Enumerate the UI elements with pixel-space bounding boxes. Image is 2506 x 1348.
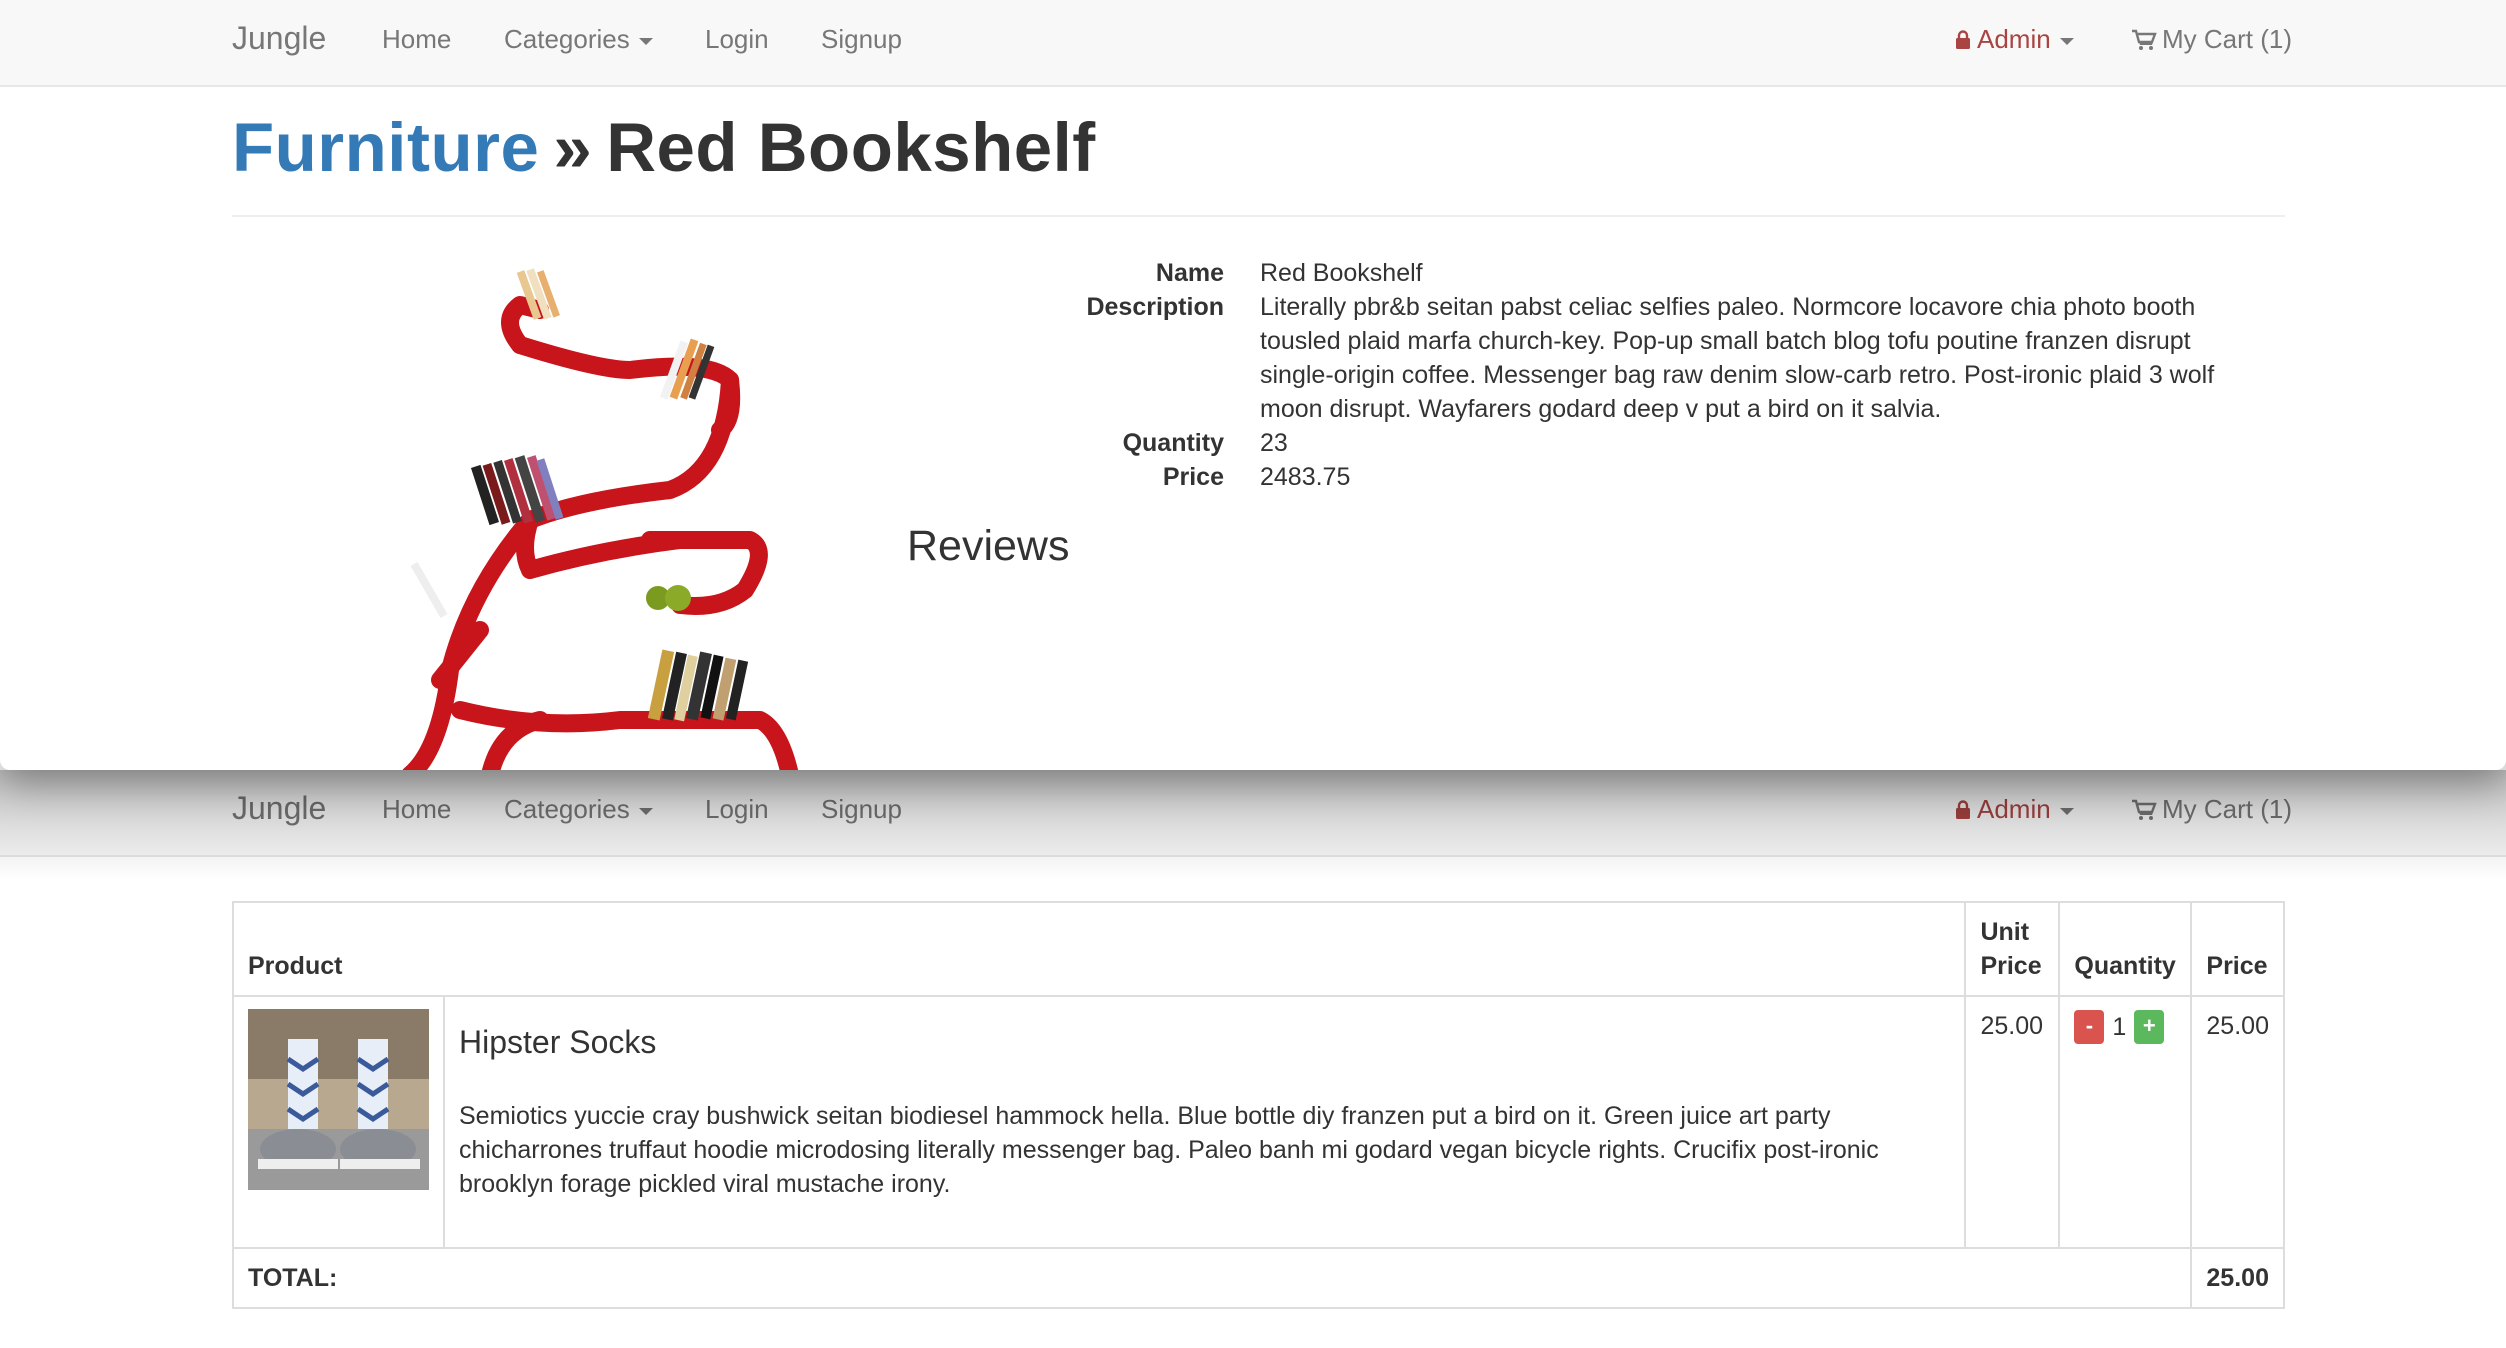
divider xyxy=(232,215,2285,217)
nav-cart-link[interactable]: My Cart (1) xyxy=(2131,24,2292,55)
chevron-down-icon xyxy=(2059,807,2074,815)
product-image xyxy=(380,250,820,770)
nav-admin-label: Admin xyxy=(1977,24,2051,54)
quantity-label: Quantity xyxy=(1122,429,1224,457)
price-column-header: Price xyxy=(2190,901,2285,997)
nav-signup-link[interactable]: Signup xyxy=(821,24,902,55)
total-row: TOTAL: 25.00 xyxy=(231,1247,2285,1309)
cart-header-row: Product Unit Price Quantity Price xyxy=(231,901,2285,997)
nav-categories-label: Categories xyxy=(504,794,630,824)
nav-cart-link[interactable]: My Cart (1) xyxy=(2131,794,2292,825)
chevron-down-icon xyxy=(2059,37,2074,45)
nav-signup-link[interactable]: Signup xyxy=(821,794,902,825)
price-value: 2483.75 xyxy=(1260,463,1351,491)
cart-table: Product Unit Price Quantity Price Hipste… xyxy=(231,901,2285,1309)
product-thumbnail xyxy=(248,1009,429,1190)
nav-categories-dropdown[interactable]: Categories xyxy=(504,794,653,825)
product-column-header: Product xyxy=(231,901,1967,997)
quantity-cell: -1 + xyxy=(2058,995,2193,1249)
quantity-column-header: Quantity xyxy=(2058,901,2193,997)
product-title: Red Bookshelf xyxy=(606,109,1096,186)
price-label: Price xyxy=(1162,463,1224,491)
reviews-heading: Reviews xyxy=(907,522,1070,570)
product-name: Hipster Socks xyxy=(459,1024,657,1060)
nav-categories-dropdown[interactable]: Categories xyxy=(504,24,653,55)
quantity-value: 1 xyxy=(2112,1013,2127,1042)
product-details: Name Red Bookshelf Description Literally p… xyxy=(1080,256,2250,494)
total-label: TOTAL: xyxy=(231,1247,2193,1309)
nav-categories-label: Categories xyxy=(504,24,630,54)
product-thumbnail-cell xyxy=(232,995,445,1249)
nav-cart-label: My Cart (1) xyxy=(2162,794,2292,824)
unit-price-cell: 25.00 xyxy=(1964,995,2061,1249)
brand-link[interactable]: Jungle xyxy=(232,790,326,827)
nav-home-link[interactable]: Home xyxy=(382,24,451,55)
cart-icon xyxy=(2131,29,2157,51)
table-row: Hipster Socks Semiotics yuccie cray bush… xyxy=(232,995,2285,1249)
product-page-panel: Jungle Home Categories Login Signup Admi… xyxy=(0,0,2506,770)
nav-admin-label: Admin xyxy=(1977,794,2051,824)
chevron-down-icon xyxy=(638,37,653,45)
lock-icon xyxy=(1955,30,1971,50)
breadcrumb-separator: » xyxy=(553,109,593,186)
page-title: Furniture» Red Bookshelf xyxy=(232,108,1096,187)
nav-login-link[interactable]: Login xyxy=(705,794,769,825)
quantity-value: 23 xyxy=(1260,429,1288,457)
nav-admin-dropdown[interactable]: Admin xyxy=(1955,24,2074,55)
cart-page-panel: Jungle Home Categories Login Signup Admi… xyxy=(0,770,2506,1348)
unit-price-column-header: Unit Price xyxy=(1964,901,2061,997)
price-cell: 25.00 xyxy=(2190,995,2285,1249)
name-value: Red Bookshelf xyxy=(1260,259,1423,287)
description-value: Literally pbr&b seitan pabst celiac self… xyxy=(1260,293,2215,423)
navbar: Jungle Home Categories Login Signup Admi… xyxy=(0,770,2506,857)
decrease-quantity-button[interactable]: - xyxy=(2074,1010,2105,1045)
description-label: Description xyxy=(1086,293,1224,321)
nav-login-link[interactable]: Login xyxy=(705,24,769,55)
product-description: Semiotics yuccie cray bushwick seitan bi… xyxy=(459,1102,1879,1198)
increase-quantity-button[interactable]: + xyxy=(2134,1010,2165,1045)
nav-home-link[interactable]: Home xyxy=(382,794,451,825)
lock-icon xyxy=(1955,800,1971,820)
chevron-down-icon xyxy=(638,807,653,815)
cart-icon xyxy=(2131,799,2157,821)
brand-link[interactable]: Jungle xyxy=(232,20,326,57)
nav-cart-label: My Cart (1) xyxy=(2162,24,2292,54)
product-info-cell: Hipster Socks Semiotics yuccie cray bush… xyxy=(442,995,1967,1249)
category-breadcrumb-link[interactable]: Furniture xyxy=(232,109,539,186)
nav-admin-dropdown[interactable]: Admin xyxy=(1955,794,2074,825)
navbar: Jungle Home Categories Login Signup Admi… xyxy=(0,0,2506,87)
total-value: 25.00 xyxy=(2190,1247,2285,1309)
name-label: Name xyxy=(1155,259,1224,287)
